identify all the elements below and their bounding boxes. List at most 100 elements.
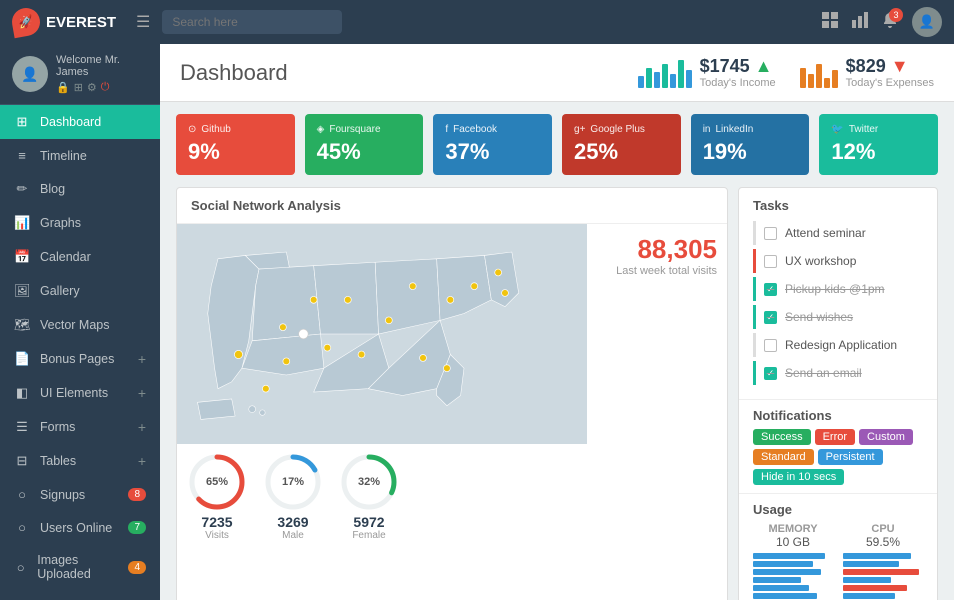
cpu-bar-4 <box>843 577 891 583</box>
ui-icon: ◧ <box>14 385 30 401</box>
exp-bar-2 <box>808 74 814 88</box>
total-visits-block: 88,305 Last week total visits <box>616 234 717 277</box>
sidebar-label-uielements: UI Elements <box>40 386 108 400</box>
googleplus-icon: g+ <box>574 124 585 135</box>
search-input[interactable] <box>162 10 342 34</box>
sidebar-label-tables: Tables <box>40 454 76 468</box>
profile-settings-icon[interactable]: ⚙ <box>87 81 97 94</box>
grid-nav-icon[interactable] <box>822 12 838 33</box>
tag-success[interactable]: Success <box>753 429 811 445</box>
tag-persistent[interactable]: Persistent <box>818 449 883 465</box>
tag-custom[interactable]: Custom <box>859 429 913 445</box>
logo: 🚀 EVEREST <box>12 8 116 36</box>
social-card-twitter[interactable]: 🐦 Twitter 12% <box>819 114 938 175</box>
income-amount: $1745 ▲ <box>700 56 776 77</box>
income-trend-icon: ▲ <box>755 56 773 76</box>
images-badge: 4 <box>128 561 146 574</box>
profile-lock-icon[interactable]: 🔒 <box>56 81 70 94</box>
profile-info: Welcome Mr. James 🔒 ⊞ ⚙ ⏻ <box>56 54 148 94</box>
task-cb-email[interactable]: ✓ <box>764 367 777 380</box>
profile-action-icons: 🔒 ⊞ ⚙ ⏻ <box>56 81 148 94</box>
bonus-plus-icon: + <box>138 351 146 367</box>
map-right-stats: 88,305 Last week total visits <box>587 224 727 549</box>
social-card-foursquare[interactable]: ◈ Foursquare 45% <box>305 114 424 175</box>
income-stat: $1745 ▲ Today's Income <box>638 56 776 89</box>
task-cb-attend[interactable] <box>764 227 777 240</box>
sidebar-item-blog[interactable]: ✏ Blog <box>0 172 160 206</box>
income-bar-6 <box>678 60 684 88</box>
users-online-icon: ○ <box>14 520 30 535</box>
facebook-pct: 37% <box>445 139 540 165</box>
income-bar-5 <box>670 74 676 88</box>
googleplus-header: g+ Google Plus <box>574 124 669 135</box>
profile-grid-icon[interactable]: ⊞ <box>74 81 83 94</box>
sidebar-item-signups[interactable]: ○ Signups 8 <box>0 478 160 511</box>
visits-num: 7235 <box>187 514 247 530</box>
sidebar-item-images-uploaded[interactable]: ○ Images Uploaded 4 <box>0 544 160 590</box>
cpu-label: CPU <box>843 523 923 535</box>
social-card-googleplus[interactable]: g+ Google Plus 25% <box>562 114 681 175</box>
exp-bar-1 <box>800 68 806 88</box>
bonus-icon: 📄 <box>14 351 30 367</box>
notification-tags: Success Error Custom Standard Persistent… <box>753 429 923 485</box>
sidebar-item-ui-elements[interactable]: ◧ UI Elements + <box>0 376 160 410</box>
sidebar-item-dashboard[interactable]: ⊞ Dashboard <box>0 105 160 139</box>
usage-cpu: CPU 59.5% <box>843 523 923 599</box>
foursquare-header: ◈ Foursquare <box>317 124 412 135</box>
sidebar-item-calendar[interactable]: 📅 Calendar <box>0 240 160 274</box>
tag-error[interactable]: Error <box>815 429 855 445</box>
income-info: $1745 ▲ Today's Income <box>700 56 776 89</box>
signups-icon: ○ <box>14 487 30 502</box>
sidebar-item-forms[interactable]: ☰ Forms + <box>0 410 160 444</box>
profile-power-icon[interactable]: ⏻ <box>101 81 110 94</box>
sidebar-label-gallery: Gallery <box>40 284 80 298</box>
map-panel: Social Network Analysis <box>176 187 728 600</box>
sidebar-item-timeline[interactable]: ≡ Timeline <box>0 139 160 172</box>
chart-nav-icon[interactable] <box>852 12 868 33</box>
social-card-facebook[interactable]: f Facebook 37% <box>433 114 552 175</box>
task-cb-wishes[interactable]: ✓ <box>764 311 777 324</box>
dashboard-row: Social Network Analysis <box>160 187 954 600</box>
expenses-amount: $829 ▼ <box>846 56 934 77</box>
cpu-bar-1 <box>843 553 911 559</box>
circle-wrap-visits: 65% <box>187 452 247 512</box>
cpu-bars <box>843 553 923 599</box>
female-num: 5972 <box>339 514 399 530</box>
sidebar-item-graphs[interactable]: 📊 Graphs <box>0 206 160 240</box>
task-cb-pickup[interactable]: ✓ <box>764 283 777 296</box>
circle-female: 32% 5972 Female <box>339 452 399 541</box>
mem-bar-1 <box>753 553 825 559</box>
tag-hide[interactable]: Hide in 10 secs <box>753 469 844 485</box>
sidebar-item-bonus-pages[interactable]: 📄 Bonus Pages + <box>0 342 160 376</box>
social-card-linkedin[interactable]: in LinkedIn 19% <box>691 114 810 175</box>
sidebar-item-vector-maps[interactable]: 🗺 Vector Maps <box>0 308 160 342</box>
linkedin-icon: in <box>703 124 711 135</box>
task-cb-ux[interactable] <box>764 255 777 268</box>
social-card-github[interactable]: ⊙ Github 9% <box>176 114 295 175</box>
menu-toggle-icon[interactable]: ☰ <box>136 12 150 32</box>
page-title: Dashboard <box>180 60 638 86</box>
usa-map-svg <box>177 224 587 444</box>
usage-blocks: MEMORY 10 GB C <box>753 523 923 599</box>
task-label-redesign: Redesign Application <box>785 338 897 352</box>
linkedin-pct: 19% <box>703 139 798 165</box>
user-avatar[interactable]: 👤 <box>912 7 942 37</box>
task-cb-redesign[interactable] <box>764 339 777 352</box>
sidebar: 👤 Welcome Mr. James 🔒 ⊞ ⚙ ⏻ ⊞ Dashboard … <box>0 44 160 600</box>
income-bar-4 <box>662 64 668 88</box>
map-container <box>177 224 587 444</box>
tag-standard[interactable]: Standard <box>753 449 814 465</box>
circle-male: 17% 3269 Male <box>263 452 323 541</box>
header-stats: $1745 ▲ Today's Income <box>638 56 934 89</box>
memory-bars <box>753 553 833 599</box>
mem-bar-5 <box>753 585 809 591</box>
expenses-info: $829 ▼ Today's Expenses <box>846 56 934 89</box>
graphs-icon: 📊 <box>14 215 30 231</box>
sidebar-item-gallery[interactable]: 🖼 Gallery <box>0 274 160 308</box>
sidebar-item-users-online[interactable]: ○ Users Online 7 <box>0 511 160 544</box>
bell-nav-icon[interactable]: 3 <box>882 12 898 33</box>
twitter-pct: 12% <box>831 139 926 165</box>
signups-badge: 8 <box>128 488 146 501</box>
sidebar-item-tables[interactable]: ⊟ Tables + <box>0 444 160 478</box>
foursquare-pct: 45% <box>317 139 412 165</box>
